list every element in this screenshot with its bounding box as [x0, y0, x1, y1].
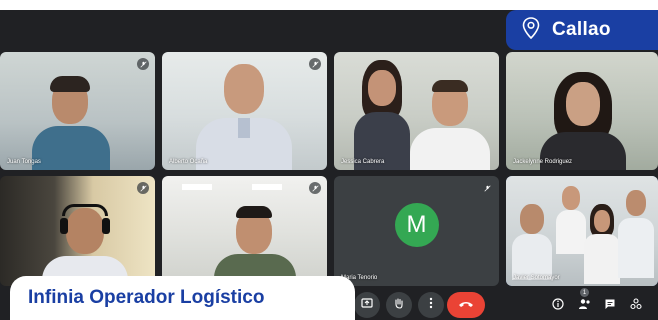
- avatar: M: [394, 203, 439, 247]
- participant-tile-headset[interactable]: [0, 176, 155, 286]
- more-options-button[interactable]: [418, 292, 444, 318]
- participant-name: Jackelynne Rodriguez: [513, 159, 573, 165]
- participant-name: Juan Tongas: [7, 159, 41, 165]
- participant-figure: [354, 60, 410, 170]
- meeting-stage: Juan Tongas Alberto Ocaña Jessica Cabrer…: [0, 10, 658, 320]
- present-button[interactable]: [354, 292, 380, 318]
- participant-figure: [584, 204, 620, 284]
- people-button[interactable]: 1: [574, 288, 594, 316]
- participant-figure: [196, 62, 292, 170]
- info-icon: [552, 297, 564, 315]
- mic-off-icon: [481, 182, 493, 194]
- activities-button[interactable]: [626, 296, 646, 316]
- participant-figure: [540, 72, 626, 170]
- location-pin-icon: [522, 16, 540, 44]
- location-badge: Callao: [506, 10, 658, 50]
- brand-label: Infinia Operador Logístico: [28, 287, 265, 308]
- participant-figure: [32, 74, 110, 170]
- participant-tile-jackelynne[interactable]: Jackelynne Rodriguez: [506, 52, 658, 170]
- ceiling-light: [182, 184, 212, 190]
- mic-off-icon: [309, 58, 321, 70]
- participant-tile-jessica[interactable]: Jessica Cabrera: [334, 52, 499, 170]
- mic-off-icon: [137, 58, 149, 70]
- meeting-info-button[interactable]: [548, 296, 568, 316]
- chat-icon: [604, 297, 616, 315]
- participant-tile-office[interactable]: [162, 176, 327, 286]
- raise-hand-icon: [393, 296, 405, 314]
- participant-tile-alberto[interactable]: Alberto Ocaña: [162, 52, 327, 170]
- participant-tile-juan[interactable]: Juan Tongas: [0, 52, 155, 170]
- participant-name: Javier Sotomayor: [513, 275, 560, 281]
- more-options-icon: [429, 296, 433, 314]
- mic-off-icon: [309, 182, 321, 194]
- participant-figure: [618, 190, 654, 280]
- raise-hand-button[interactable]: [386, 292, 412, 318]
- participant-figure: [42, 204, 128, 286]
- activities-icon: [630, 297, 642, 315]
- ceiling-light: [252, 184, 282, 190]
- hangup-button[interactable]: [447, 292, 485, 318]
- location-label: Callao: [552, 19, 611, 40]
- participant-figure: [512, 200, 552, 280]
- brand-badge: Infinia Operador Logístico: [10, 276, 355, 320]
- present-icon: [361, 296, 373, 314]
- mic-off-icon: [137, 182, 149, 194]
- participant-figure: [214, 206, 296, 286]
- participant-tile-maria[interactable]: M Maria Tenorio: [334, 176, 499, 286]
- participant-name: Jessica Cabrera: [341, 159, 385, 165]
- raise-hand-count-badge: 1: [580, 288, 589, 297]
- participant-name: Alberto Ocaña: [169, 159, 208, 165]
- chat-button[interactable]: [600, 296, 620, 316]
- participant-figure: [410, 80, 490, 170]
- participant-figure: [556, 184, 586, 254]
- participant-tile-javier[interactable]: Javier Sotomayor: [506, 176, 658, 286]
- people-icon: [578, 297, 591, 315]
- hangup-icon: [458, 296, 474, 314]
